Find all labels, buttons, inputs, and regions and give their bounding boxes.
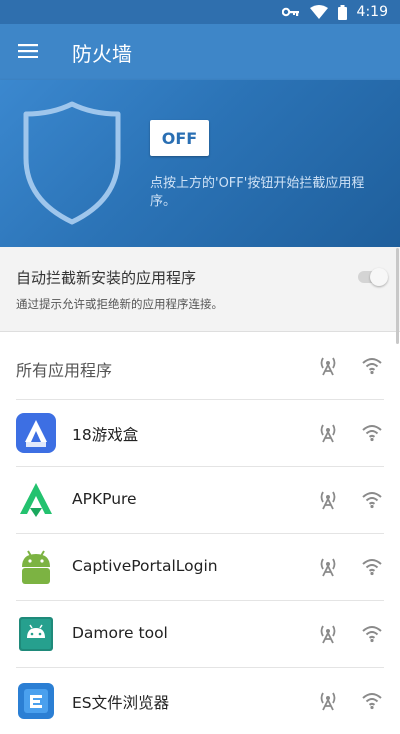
battery-icon (337, 4, 347, 20)
app-row[interactable]: APKPure (0, 466, 400, 533)
auto-block-title: 自动拦截新安装的应用程序 (16, 269, 197, 287)
app-row[interactable]: Damore tool (0, 600, 400, 667)
wifi-toggle-icon[interactable] (360, 488, 384, 512)
app-name: APKPure (72, 490, 137, 508)
app-name: CaptivePortalLogin (72, 557, 218, 575)
app-name: 18游戏盒 (72, 426, 139, 444)
auto-block-setting[interactable]: 自动拦截新安装的应用程序 通过提示允许或拒绝新的应用程序连接。 (0, 247, 400, 332)
firewall-status-panel: OFF 点按上方的'OFF'按钮开始拦截应用程序。 (0, 80, 400, 247)
es-file-explorer-icon (16, 681, 56, 721)
divider (16, 399, 384, 400)
app-row[interactable]: ES文件浏览器 (0, 667, 400, 734)
firewall-toggle-button[interactable]: OFF (150, 120, 209, 156)
wifi-toggle-icon[interactable] (360, 555, 384, 579)
auto-block-description: 通过提示允许或拒绝新的应用程序连接。 (16, 297, 223, 311)
android-robot-icon (16, 547, 56, 587)
wifi-toggle-icon[interactable] (360, 622, 384, 646)
app-list-title: 所有应用程序 (16, 361, 113, 380)
clock-time: 4:19 (356, 4, 388, 20)
wifi-signal-icon (309, 5, 328, 19)
app-name: Damore tool (72, 624, 168, 642)
status-bar: 4:19 (0, 0, 400, 24)
divider (16, 667, 384, 668)
wifi-icon[interactable] (360, 354, 384, 378)
app-row[interactable]: CaptivePortalLogin (0, 533, 400, 600)
mobile-data-toggle-icon[interactable] (316, 421, 340, 445)
auto-block-toggle[interactable] (358, 268, 390, 286)
app-name: ES文件浏览器 (72, 694, 170, 712)
hamburger-menu-button[interactable] (0, 24, 56, 80)
game-box-app-icon (16, 413, 56, 453)
app-bar: 防火墙 (0, 24, 400, 80)
mobile-data-toggle-icon[interactable] (316, 488, 340, 512)
app-list-header: 所有应用程序 (0, 333, 400, 399)
firewall-hint-text: 点按上方的'OFF'按钮开始拦截应用程序。 (150, 176, 365, 209)
mobile-data-toggle-icon[interactable] (316, 689, 340, 713)
android-teal-icon (16, 614, 56, 654)
menu-icon (18, 43, 38, 62)
divider (16, 600, 384, 601)
divider (16, 466, 384, 467)
mobile-data-toggle-icon[interactable] (316, 555, 340, 579)
apkpure-app-icon (16, 480, 56, 520)
shield-icon (22, 100, 122, 230)
mobile-data-icon[interactable] (316, 354, 340, 378)
page-title: 防火墙 (72, 41, 132, 66)
divider (16, 533, 384, 534)
wifi-toggle-icon[interactable] (360, 421, 384, 445)
toggle-thumb (370, 268, 388, 286)
app-row[interactable]: 18游戏盒 (0, 399, 400, 466)
mobile-data-toggle-icon[interactable] (316, 622, 340, 646)
vpn-key-icon (281, 6, 300, 18)
wifi-toggle-icon[interactable] (360, 689, 384, 713)
scrollbar[interactable] (396, 248, 399, 344)
